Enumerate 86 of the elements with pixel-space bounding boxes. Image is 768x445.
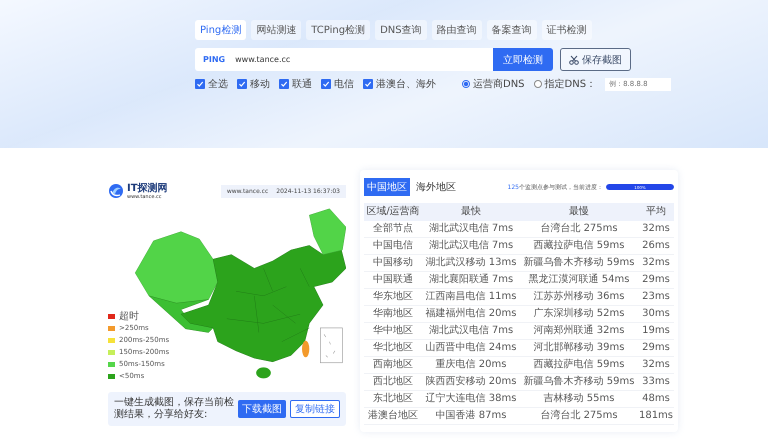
table-cell: 湖北武汉移动 13ms	[422, 255, 520, 272]
table-cell: 西藏拉萨电信 59ms	[520, 357, 638, 374]
table-cell: 中国联通	[364, 272, 422, 289]
tool-tab[interactable]: 路由查询	[432, 20, 482, 40]
table-cell: 湖北襄阳联通 7ms	[422, 272, 520, 289]
copy-link-button[interactable]: 复制链接	[290, 400, 340, 418]
table-cell: 台湾台北 275ms	[520, 221, 638, 238]
table-cell: 19ms	[638, 323, 674, 340]
table-cell: 湖北武汉电信 7ms	[422, 323, 520, 340]
checkbox[interactable]	[237, 79, 247, 89]
table-cell: 西北地区	[364, 374, 422, 391]
share-text: 一键生成截图，保存当前检测结果，分享给好友:	[114, 397, 234, 421]
table-cell: 32ms	[638, 221, 674, 238]
checkbox-label: 全选	[208, 78, 228, 91]
table-cell: 26ms	[638, 238, 674, 255]
table-cell: 西南地区	[364, 357, 422, 374]
table-cell: 河南郑州联通 32ms	[520, 323, 638, 340]
table-cell: 西藏拉萨电信 59ms	[520, 238, 638, 255]
checkbox[interactable]	[279, 79, 289, 89]
checkbox-label: 移动	[250, 78, 270, 91]
table-cell: 福建福州电信 20ms	[422, 306, 520, 323]
table-cell: 广东深圳移动 52ms	[520, 306, 638, 323]
table-cell: 辽宁大连电信 38ms	[422, 391, 520, 408]
scissors-icon	[569, 54, 579, 64]
table-cell: 新疆乌鲁木齐移动 59ms	[520, 374, 638, 391]
table-cell: 华南地区	[364, 306, 422, 323]
table-cell: 湖北武汉电信 7ms	[422, 238, 520, 255]
start-test-button[interactable]: 立即检测	[493, 48, 553, 71]
table-cell: 湖北武汉电信 7ms	[422, 221, 520, 238]
table-cell: 30ms	[638, 306, 674, 323]
checkbox-label: 联通	[292, 78, 312, 91]
checkbox[interactable]	[363, 79, 373, 89]
table-cell: 山西晋中电信 24ms	[422, 340, 520, 357]
table-cell: 181ms	[638, 408, 674, 425]
table-cell: 港澳台地区	[364, 408, 422, 425]
table-cell: 华北地区	[364, 340, 422, 357]
table-cell: 中国电信	[364, 238, 422, 255]
table-cell: 吉林移动 55ms	[520, 391, 638, 408]
column-header: 平均	[638, 203, 674, 221]
logo-text: IT探测网	[127, 182, 168, 194]
column-header: 最慢	[520, 203, 638, 221]
table-cell: 29ms	[638, 340, 674, 357]
table-cell: 陕西西安移动 20ms	[422, 374, 520, 391]
region-tab[interactable]: 中国地区	[364, 178, 410, 196]
checkbox[interactable]	[195, 79, 205, 89]
table-cell: 黑龙江漠河联通 54ms	[520, 272, 638, 289]
table-cell: 东北地区	[364, 391, 422, 408]
legend-label: 超时	[119, 311, 139, 322]
column-header: 区域/运营商	[364, 203, 422, 221]
radio-label: 运营商DNS	[473, 78, 525, 91]
tool-tab[interactable]: 备案查询	[486, 20, 537, 40]
table-cell: 中国香港 87ms	[422, 408, 520, 425]
radio-label: 指定DNS：	[544, 78, 596, 91]
table-cell: 重庆电信 20ms	[422, 357, 520, 374]
region-tab[interactable]: 海外地区	[413, 178, 459, 196]
globe-logo-icon	[108, 183, 124, 199]
table-cell: 33ms	[638, 374, 674, 391]
tool-tab[interactable]: DNS查询	[375, 20, 427, 40]
tool-tab[interactable]: 证书检测	[542, 20, 592, 40]
radio-button[interactable]	[534, 80, 542, 88]
checkbox[interactable]	[321, 79, 331, 89]
checkbox-label: 电信	[334, 78, 354, 91]
table-cell: 台湾台北 275ms	[520, 408, 638, 425]
table-cell: 23ms	[638, 289, 674, 306]
table-cell: 32ms	[638, 357, 674, 374]
table-cell: 华东地区	[364, 289, 422, 306]
tool-tab[interactable]: Ping检测	[195, 20, 246, 40]
checkbox-label: 港澳台、海外	[376, 78, 436, 91]
table-cell: 江西南昌电信 11ms	[422, 289, 520, 306]
radio-button[interactable]	[462, 80, 470, 88]
table-cell: 江苏苏州移动 36ms	[520, 289, 638, 306]
search-bar[interactable]: PING www.tance.cc	[195, 48, 493, 71]
table-cell: 全部节点	[364, 221, 422, 238]
tool-tab[interactable]: TCPing检测	[306, 20, 370, 40]
tool-tab[interactable]: 网站测速	[251, 20, 302, 40]
table-cell: 32ms	[638, 255, 674, 272]
table-cell: 中国移动	[364, 255, 422, 272]
table-cell: 48ms	[638, 391, 674, 408]
table-cell: 29ms	[638, 272, 674, 289]
save-screenshot-button[interactable]: 保存截图	[560, 48, 631, 71]
download-screenshot-button[interactable]: 下载截图	[238, 400, 286, 418]
table-cell: 河北邯郸移动 39ms	[520, 340, 638, 357]
table-cell: 新疆乌鲁木齐移动 59ms	[520, 255, 638, 272]
table-cell: 华中地区	[364, 323, 422, 340]
column-header: 最快	[422, 203, 520, 221]
protocol-label: PING	[202, 55, 226, 64]
